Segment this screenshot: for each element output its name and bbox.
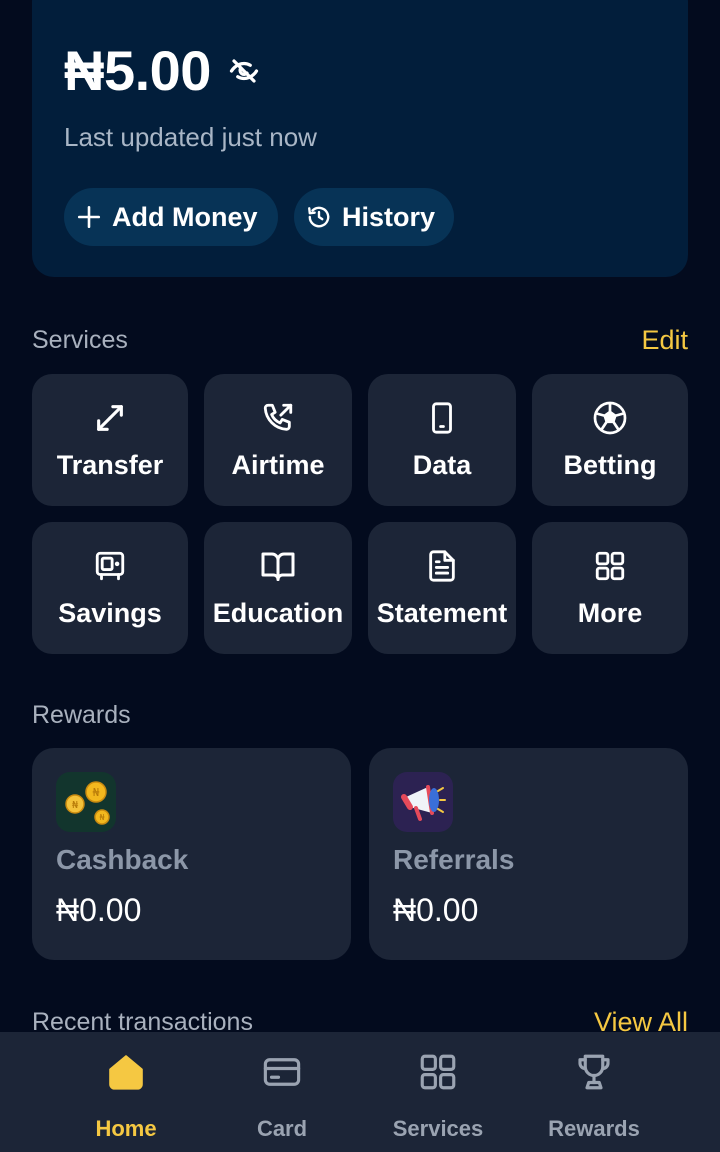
home-icon [105, 1052, 147, 1092]
grid-icon [417, 1052, 459, 1092]
edit-services-link[interactable]: Edit [641, 325, 688, 356]
service-transfer[interactable]: Transfer [32, 374, 188, 506]
service-label: Savings [58, 598, 162, 628]
referrals-value: ₦0.00 [393, 892, 479, 928]
coins-icon: ₦ ₦ ₦ [56, 772, 116, 832]
service-label: More [577, 598, 643, 628]
smartphone-icon [425, 400, 459, 436]
services-title: Services [32, 326, 128, 354]
history-button[interactable]: History [294, 188, 454, 246]
soccer-ball-icon [592, 400, 628, 436]
service-more[interactable]: More [532, 522, 688, 654]
service-statement[interactable]: Statement [368, 522, 516, 654]
balance-amount: ₦5.00 [64, 39, 211, 102]
nav-services[interactable]: Services [360, 1032, 516, 1152]
nav-label: Card [256, 1116, 308, 1141]
nav-label: Services [392, 1116, 484, 1141]
rewards-title: Rewards [32, 701, 131, 729]
service-label: Statement [376, 598, 508, 628]
service-label: Airtime [231, 450, 325, 480]
service-education[interactable]: Education [204, 522, 352, 654]
service-label: Betting [563, 450, 657, 480]
service-betting[interactable]: Betting [532, 374, 688, 506]
nav-home[interactable]: Home [48, 1032, 204, 1152]
document-icon [425, 548, 459, 584]
bottom-nav: Home Card Services Rewards [0, 1032, 720, 1152]
balance-row: ₦5.00 [64, 38, 259, 103]
add-money-label: Add Money [112, 201, 258, 232]
referrals-card[interactable]: Referrals ₦0.00 [369, 748, 688, 960]
card-icon [261, 1052, 303, 1092]
safe-icon [93, 548, 127, 584]
transfer-icon [93, 400, 127, 436]
cashback-label: Cashback [56, 844, 189, 875]
svg-text:₦: ₦ [72, 800, 79, 811]
plus-icon [77, 205, 101, 229]
service-savings[interactable]: Savings [32, 522, 188, 654]
service-label: Transfer [56, 450, 164, 480]
service-data[interactable]: Data [368, 374, 516, 506]
history-icon [308, 206, 330, 228]
cashback-card[interactable]: ₦ ₦ ₦ Cashback ₦0.00 [32, 748, 351, 960]
svg-text:₦: ₦ [99, 813, 104, 822]
nav-card[interactable]: Card [204, 1032, 360, 1152]
nav-label: Rewards [548, 1116, 640, 1141]
service-label: Education [212, 598, 344, 628]
service-label: Data [412, 450, 472, 480]
svg-text:₦: ₦ [93, 786, 100, 799]
balance-actions: Add Money History [64, 188, 454, 246]
add-money-button[interactable]: Add Money [64, 188, 278, 246]
history-label: History [342, 201, 436, 232]
last-updated-text: Last updated just now [64, 122, 317, 152]
nav-rewards[interactable]: Rewards [516, 1032, 672, 1152]
book-icon [260, 548, 296, 584]
referrals-label: Referrals [393, 844, 515, 875]
nav-label: Home [95, 1116, 157, 1141]
trophy-icon [573, 1052, 615, 1092]
megaphone-icon [393, 772, 453, 832]
balance-card: ₦5.00 Last updated just now Add Money Hi… [32, 0, 688, 277]
eye-off-icon[interactable] [229, 56, 259, 86]
cashback-value: ₦0.00 [56, 892, 142, 928]
phone-call-icon [261, 400, 295, 436]
service-airtime[interactable]: Airtime [204, 374, 352, 506]
grid-icon [593, 548, 627, 584]
